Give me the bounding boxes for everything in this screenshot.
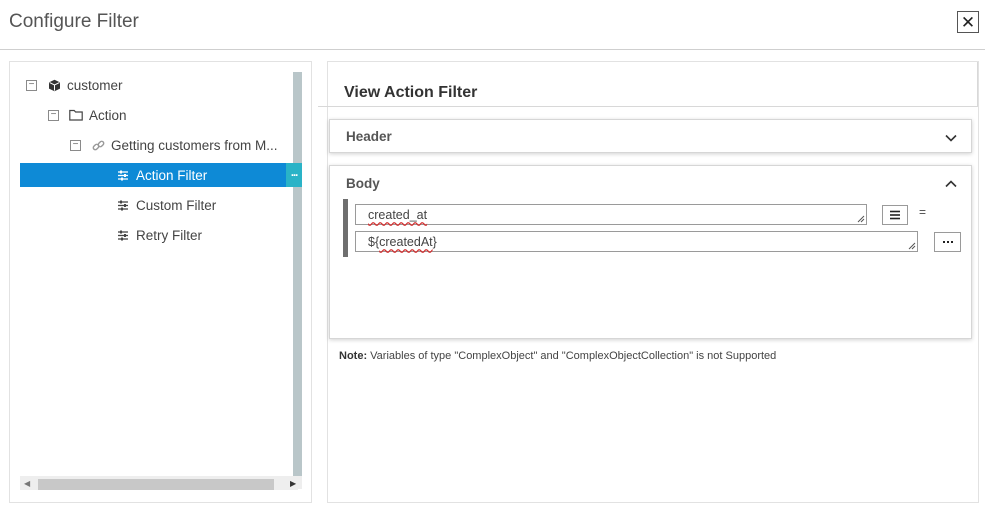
drag-dots-icon: ┅ bbox=[291, 169, 298, 182]
collapse-toggle[interactable]: − bbox=[70, 139, 81, 151]
key-field[interactable]: created_at bbox=[355, 204, 867, 225]
tree-node-retry-filter[interactable]: Retry Filter bbox=[116, 223, 202, 247]
collapse-toggle[interactable]: − bbox=[26, 79, 37, 91]
resize-grip-icon[interactable] bbox=[908, 242, 916, 250]
divider bbox=[318, 106, 328, 107]
view-title: View Action Filter bbox=[344, 84, 478, 101]
body-section: Body bbox=[329, 165, 972, 339]
tree-node-label: Action Filter bbox=[136, 167, 208, 183]
close-icon: ✕ bbox=[960, 12, 976, 32]
collapse-toggle[interactable]: − bbox=[48, 109, 59, 121]
scroll-right-arrow-icon[interactable]: ▶ bbox=[290, 479, 296, 488]
value-field-suffix: } bbox=[432, 235, 437, 249]
list-menu-button[interactable] bbox=[882, 205, 908, 225]
view-header: View Action Filter bbox=[328, 62, 978, 107]
note-text: Variables of type "ComplexObject" and "C… bbox=[367, 350, 777, 362]
ellipsis-icon bbox=[942, 241, 953, 243]
body-section-title: Body bbox=[346, 176, 380, 191]
filter-sliders-icon bbox=[116, 200, 130, 211]
tree-node-label: Getting customers from M... bbox=[111, 137, 278, 153]
close-button[interactable]: ✕ bbox=[957, 11, 979, 33]
link-icon bbox=[91, 139, 105, 152]
tree-node-label: customer bbox=[67, 77, 123, 93]
filter-sliders-icon bbox=[116, 230, 130, 241]
tree-panel: − customer − Action − Getting customers … bbox=[9, 61, 312, 503]
vertical-scrollbar-thumb[interactable] bbox=[293, 72, 302, 476]
chevron-up-icon[interactable] bbox=[944, 177, 958, 191]
tree-node-label: Action bbox=[89, 107, 127, 123]
header-section-title: Header bbox=[346, 129, 392, 144]
key-field-value: created_at bbox=[368, 208, 428, 222]
hamburger-icon bbox=[890, 210, 900, 220]
row-indicator-bar bbox=[343, 199, 348, 257]
tree-node-action-filter[interactable]: Action Filter bbox=[20, 163, 287, 187]
chevron-down-icon[interactable] bbox=[944, 131, 958, 145]
more-options-button[interactable] bbox=[934, 232, 961, 252]
note-label: Note: bbox=[339, 350, 368, 362]
tree-node-label: Custom Filter bbox=[136, 197, 217, 213]
scroll-left-arrow-icon[interactable]: ◀ bbox=[24, 479, 30, 488]
cube-icon bbox=[47, 79, 61, 92]
value-field-prefix: ${ bbox=[368, 235, 380, 249]
tree-node-custom-filter[interactable]: Custom Filter bbox=[116, 193, 216, 217]
tree-node-label: Retry Filter bbox=[136, 227, 203, 243]
dialog-title: Configure Filter bbox=[9, 11, 139, 32]
tree-node-customer[interactable]: − customer bbox=[26, 73, 123, 97]
dialog-titlebar: Configure Filter ✕ bbox=[0, 0, 985, 50]
operator-label: = bbox=[919, 205, 927, 219]
folder-icon bbox=[69, 109, 83, 121]
value-field[interactable]: ${createdAt} bbox=[355, 231, 918, 252]
filter-sliders-icon bbox=[116, 170, 130, 181]
tree-node-action[interactable]: − Action bbox=[48, 103, 127, 127]
horizontal-scrollbar-thumb[interactable] bbox=[38, 479, 274, 490]
tree-node-getting-customers[interactable]: − Getting customers from M... bbox=[70, 133, 278, 157]
header-section[interactable]: Header bbox=[329, 119, 972, 153]
panel-resize-handle[interactable]: ┅ bbox=[286, 163, 302, 187]
value-field-variable: createdAt bbox=[379, 235, 433, 249]
unsupported-types-note: Note: Variables of type "ComplexObject" … bbox=[339, 350, 776, 362]
resize-grip-icon[interactable] bbox=[857, 215, 865, 223]
